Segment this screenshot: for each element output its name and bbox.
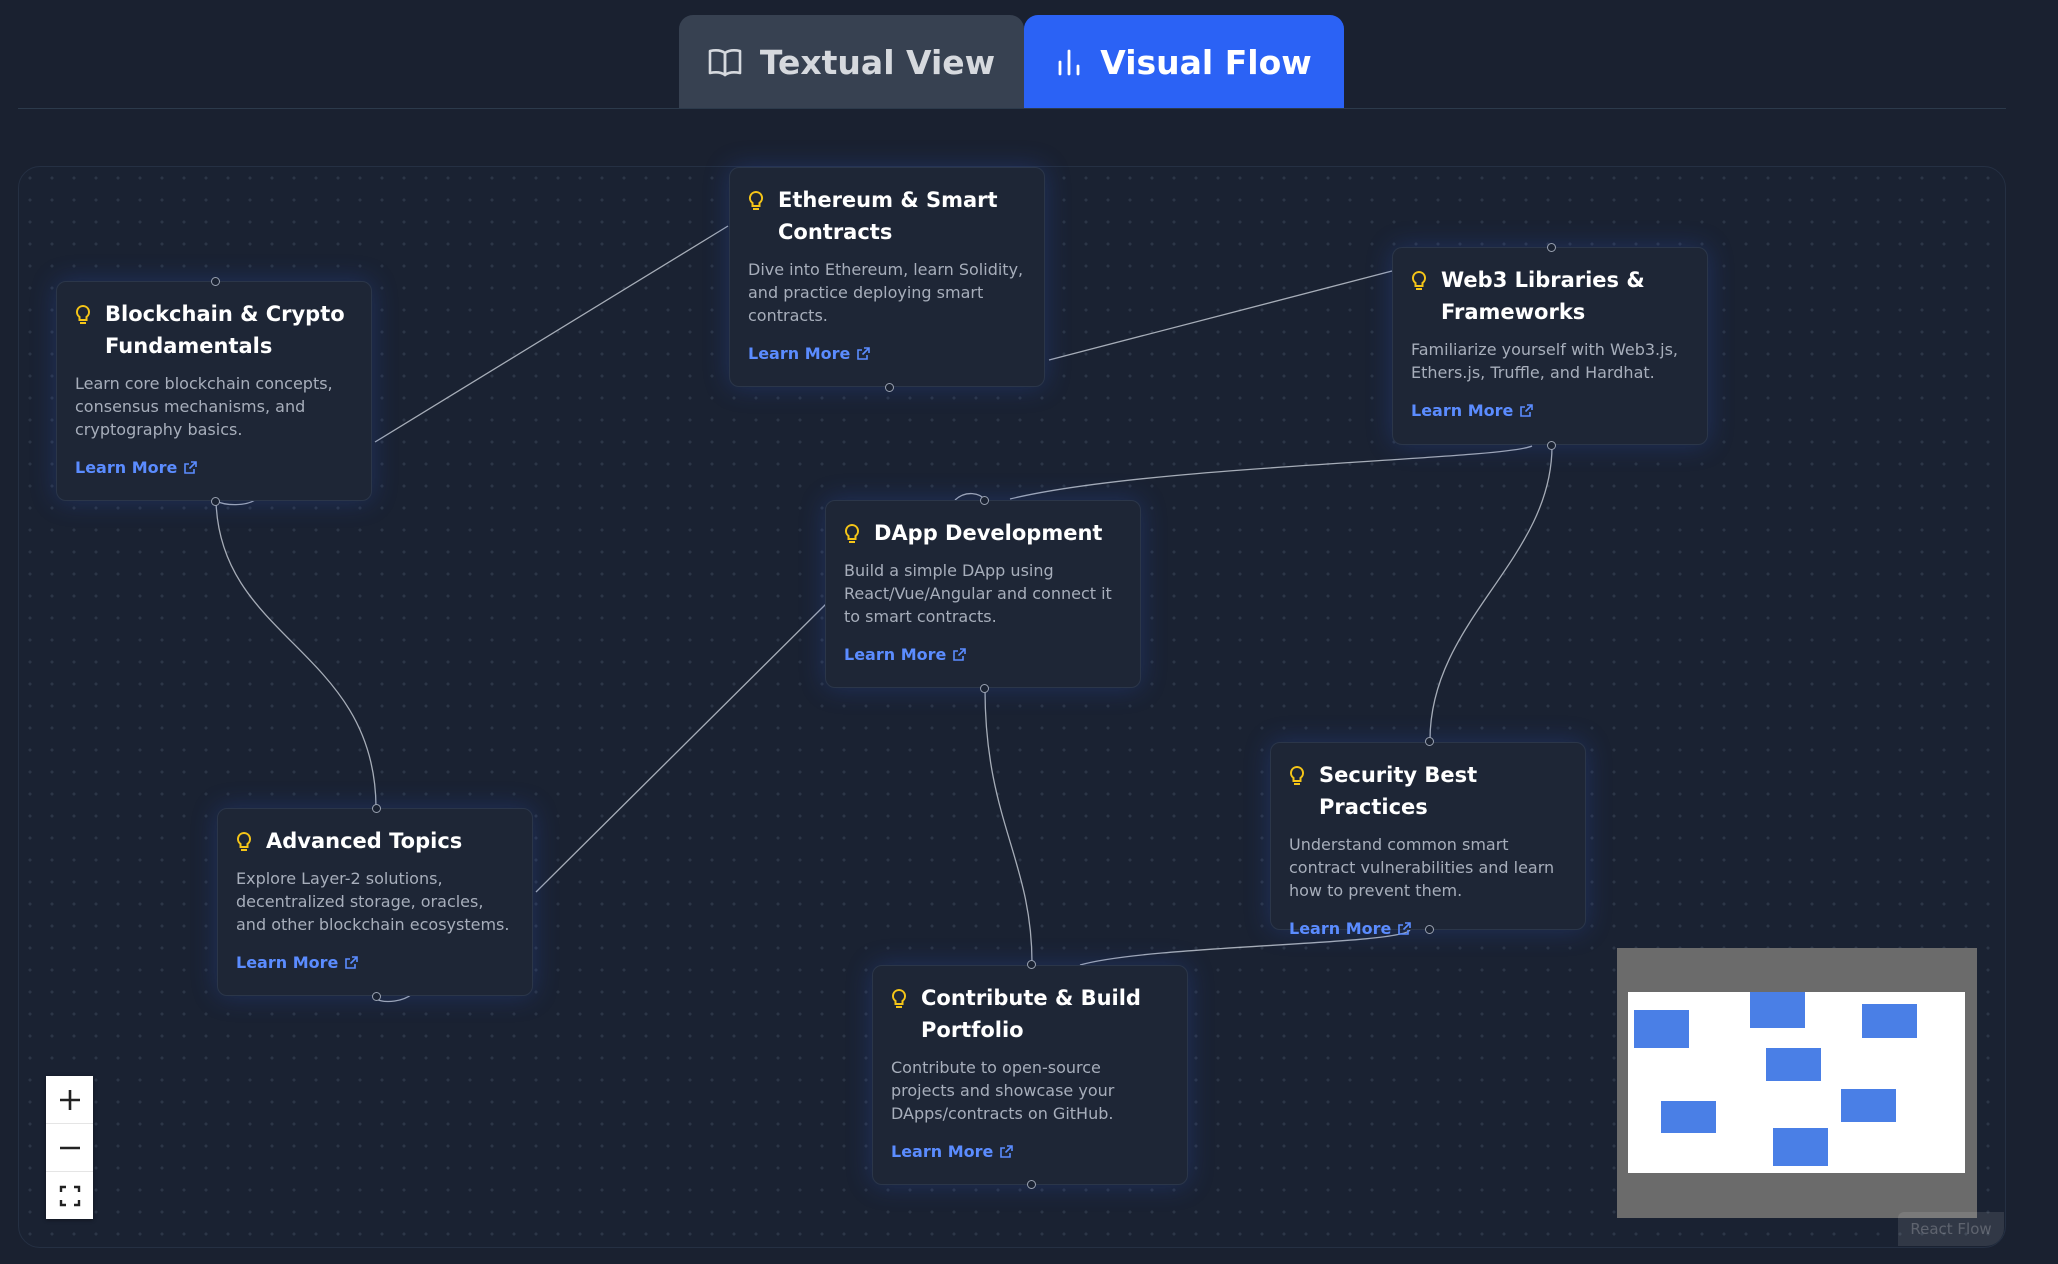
node-handle[interactable] <box>1425 925 1434 934</box>
lightbulb-icon <box>75 304 97 330</box>
node-header: Contribute & Build Portfolio <box>891 982 1169 1046</box>
node-handle[interactable] <box>1547 441 1556 450</box>
learn-more-label: Learn More <box>75 458 178 477</box>
edge-advanced-dapp <box>535 603 827 893</box>
lightbulb-icon <box>1411 270 1433 296</box>
node-description: Contribute to open-source projects and s… <box>891 1058 1115 1123</box>
node-header: DApp Development <box>844 517 1122 549</box>
minimap-node <box>1766 1048 1821 1081</box>
learn-more-label: Learn More <box>844 645 947 664</box>
edge-dapp-contribute <box>984 688 1033 964</box>
node-title: Contribute & Build Portfolio <box>921 986 1141 1042</box>
node-handle[interactable] <box>372 992 381 1001</box>
lightbulb-icon <box>1289 765 1311 791</box>
node-dapp-development[interactable]: DApp Development Build a simple DApp usi… <box>825 500 1141 688</box>
node-advanced-topics[interactable]: Advanced Topics Explore Layer-2 solution… <box>217 808 533 996</box>
node-title: Blockchain & Crypto Fundamentals <box>105 302 345 358</box>
learn-more-link[interactable]: Learn More <box>844 645 967 664</box>
plus-icon <box>59 1089 80 1110</box>
node-title: Web3 Libraries & Frameworks <box>1441 268 1645 324</box>
edge-ethereum-web3 <box>1048 270 1393 361</box>
node-header: Security Best Practices <box>1289 759 1567 823</box>
node-handle[interactable] <box>980 496 989 505</box>
node-handle[interactable] <box>372 804 381 813</box>
minimap-node <box>1661 1101 1716 1133</box>
node-handle[interactable] <box>885 383 894 392</box>
external-link-icon <box>1398 922 1412 935</box>
minimap-node <box>1750 992 1805 1028</box>
node-handle[interactable] <box>1027 960 1036 969</box>
react-flow-attribution[interactable]: React Flow <box>1898 1212 2004 1246</box>
node-header: Blockchain & Crypto Fundamentals <box>75 298 353 362</box>
learn-more-link[interactable]: Learn More <box>1411 401 1534 420</box>
external-link-icon <box>1000 1145 1014 1158</box>
node-handle[interactable] <box>980 684 989 693</box>
learn-more-link[interactable]: Learn More <box>748 344 871 363</box>
learn-more-label: Learn More <box>1289 919 1392 938</box>
minimap-node <box>1841 1089 1896 1122</box>
node-handle[interactable] <box>1547 243 1556 252</box>
node-security[interactable]: Security Best Practices Understand commo… <box>1270 742 1586 938</box>
edge-blockchain-ethereum <box>374 225 729 443</box>
node-header: Advanced Topics <box>236 825 514 857</box>
external-link-icon <box>1520 404 1534 417</box>
edge-web3-security <box>1429 445 1553 741</box>
external-link-icon <box>184 461 198 474</box>
node-handle[interactable] <box>211 277 220 286</box>
minimap[interactable] <box>1617 948 1977 1218</box>
external-link-icon <box>345 956 359 969</box>
learn-more-label: Learn More <box>748 344 851 363</box>
minus-icon <box>59 1146 80 1149</box>
zoom-in-button[interactable] <box>46 1076 93 1124</box>
node-handle[interactable] <box>1027 1180 1036 1189</box>
learn-more-label: Learn More <box>236 953 339 972</box>
node-title: Ethereum & Smart Contracts <box>778 188 998 244</box>
edge-web3-dapp <box>1009 445 1533 500</box>
learn-more-label: Learn More <box>891 1142 994 1161</box>
node-title: Advanced Topics <box>266 829 463 853</box>
lightbulb-icon <box>844 523 866 549</box>
fit-view-icon <box>59 1185 80 1206</box>
external-link-icon <box>953 648 967 661</box>
node-handle[interactable] <box>211 497 220 506</box>
node-title: Security Best Practices <box>1319 763 1478 819</box>
minimap-node <box>1634 1010 1689 1048</box>
lightbulb-icon <box>748 190 770 216</box>
lightbulb-icon <box>891 988 913 1014</box>
node-header: Ethereum & Smart Contracts <box>748 184 1026 248</box>
fit-view-button[interactable] <box>46 1172 93 1219</box>
lightbulb-icon <box>236 831 258 857</box>
node-contribute[interactable]: Contribute & Build Portfolio Contribute … <box>872 965 1188 1185</box>
node-header: Web3 Libraries & Frameworks <box>1411 264 1689 328</box>
minimap-viewport <box>1628 992 1965 1173</box>
node-web3-libraries[interactable]: Web3 Libraries & Frameworks Familiarize … <box>1392 247 1708 445</box>
node-ethereum[interactable]: Ethereum & Smart Contracts Dive into Eth… <box>729 167 1045 387</box>
edge-blockchain-advanced <box>215 500 377 808</box>
node-description: Understand common smart contract vulnera… <box>1289 835 1555 900</box>
zoom-controls <box>46 1076 93 1219</box>
node-description: Dive into Ethereum, learn Solidity, and … <box>748 260 1024 325</box>
node-blockchain[interactable]: Blockchain & Crypto Fundamentals Learn c… <box>56 281 372 501</box>
minimap-node <box>1773 1128 1828 1166</box>
learn-more-link[interactable]: Learn More <box>236 953 359 972</box>
learn-more-link[interactable]: Learn More <box>75 458 198 477</box>
external-link-icon <box>857 347 871 360</box>
minimap-node <box>1862 1004 1917 1038</box>
learn-more-link[interactable]: Learn More <box>1289 919 1412 938</box>
node-handle[interactable] <box>1425 737 1434 746</box>
learn-more-link[interactable]: Learn More <box>891 1142 1014 1161</box>
node-title: DApp Development <box>874 521 1103 545</box>
learn-more-label: Learn More <box>1411 401 1514 420</box>
node-description: Explore Layer-2 solutions, decentralized… <box>236 869 510 934</box>
node-description: Build a simple DApp using React/Vue/Angu… <box>844 561 1112 626</box>
zoom-out-button[interactable] <box>46 1124 93 1172</box>
node-description: Learn core blockchain concepts, consensu… <box>75 374 333 439</box>
node-description: Familiarize yourself with Web3.js, Ether… <box>1411 340 1678 382</box>
